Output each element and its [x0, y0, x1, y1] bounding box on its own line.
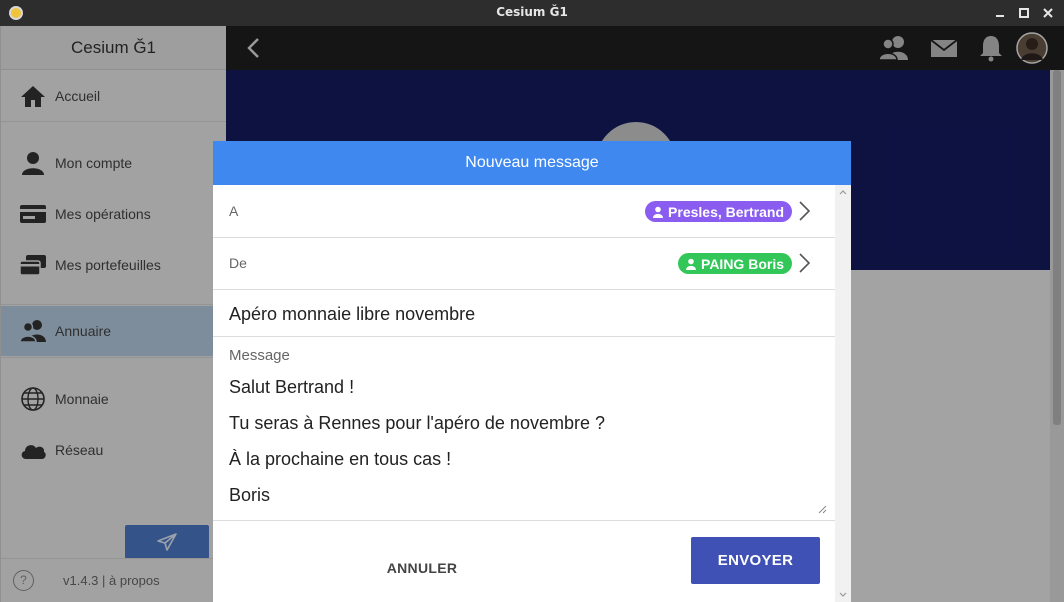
dialog-scrollbar[interactable]: [835, 185, 851, 602]
person-icon: [653, 206, 664, 218]
window-title: Cesium Ğ1: [496, 5, 568, 19]
chevron-right-icon[interactable]: [797, 252, 811, 274]
subject-input[interactable]: Apéro monnaie libre novembre: [229, 304, 475, 325]
close-icon[interactable]: [1038, 3, 1058, 23]
message-line[interactable]: À la prochaine en tous cas !: [229, 449, 451, 470]
recipient-chip[interactable]: Presles, Bertrand: [645, 201, 792, 222]
sender-row[interactable]: De PAING Boris: [213, 238, 835, 290]
new-message-dialog: Nouveau message A Presles, Bertrand De P…: [213, 141, 851, 602]
sender-name: PAING Boris: [701, 255, 784, 272]
message-field[interactable]: Message Salut Bertrand ! Tu seras à Renn…: [213, 337, 835, 521]
from-label: De: [229, 255, 247, 271]
message-line[interactable]: Boris: [229, 485, 270, 506]
cancel-button[interactable]: ANNULER: [377, 550, 467, 586]
dialog-title: Nouveau message: [213, 141, 851, 185]
chevron-right-icon[interactable]: [797, 200, 811, 222]
to-label: A: [229, 203, 239, 219]
window-titlebar: Cesium Ğ1: [0, 0, 1064, 26]
maximize-icon[interactable]: [1014, 3, 1034, 23]
message-line[interactable]: Salut Bertrand !: [229, 377, 354, 398]
message-line[interactable]: Tu seras à Rennes pour l'apéro de novemb…: [229, 413, 605, 434]
subject-field[interactable]: Apéro monnaie libre novembre: [213, 290, 835, 337]
minimize-icon[interactable]: [990, 3, 1010, 23]
recipient-row[interactable]: A Presles, Bertrand: [213, 185, 835, 238]
resize-handle-icon[interactable]: [818, 505, 827, 514]
sender-chip[interactable]: PAING Boris: [678, 253, 792, 274]
recipient-name: Presles, Bertrand: [668, 203, 784, 220]
person-icon: [686, 258, 697, 270]
send-button[interactable]: ENVOYER: [691, 537, 820, 584]
message-label: Message: [229, 347, 290, 364]
